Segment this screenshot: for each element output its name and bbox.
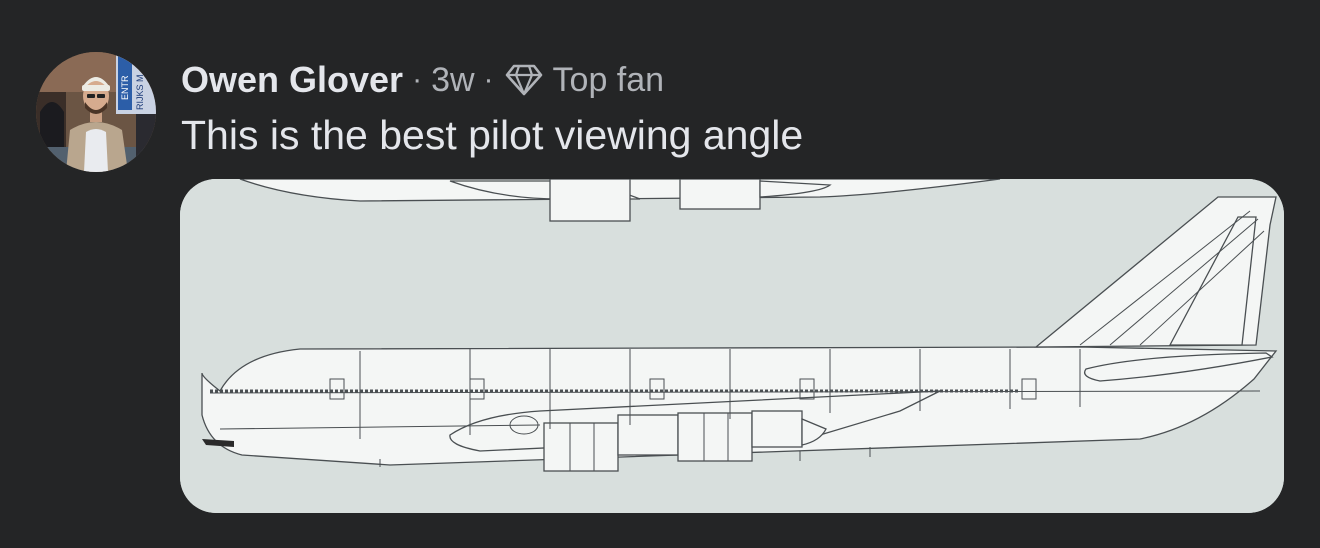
badge-label: Top fan (552, 60, 665, 99)
avatar[interactable]: ENTR RIJKS M (36, 52, 156, 172)
comment: ENTR RIJKS M Owen Glover · 3w · Top fan … (0, 0, 1320, 548)
comment-text: This is the best pilot viewing angle (181, 112, 804, 158)
comment-timestamp[interactable]: 3w (431, 61, 474, 100)
author-name[interactable]: Owen Glover (181, 59, 403, 101)
top-fan-badge[interactable]: Top fan (503, 60, 665, 100)
comment-body: Owen Glover · 3w · Top fan This is the b… (181, 56, 1290, 160)
diamond-icon (505, 64, 542, 96)
sign-text-2: RIJKS M (135, 74, 145, 110)
avatar-photo: ENTR RIJKS M (36, 52, 156, 172)
attachment-image[interactable] (180, 179, 1284, 513)
comment-meta: Owen Glover · 3w · Top fan (181, 56, 1290, 104)
separator-dot: · (483, 63, 494, 96)
sign-text-1: ENTR (120, 75, 130, 100)
separator-dot: · (412, 63, 423, 96)
aircraft-blueprint-image (180, 179, 1284, 513)
